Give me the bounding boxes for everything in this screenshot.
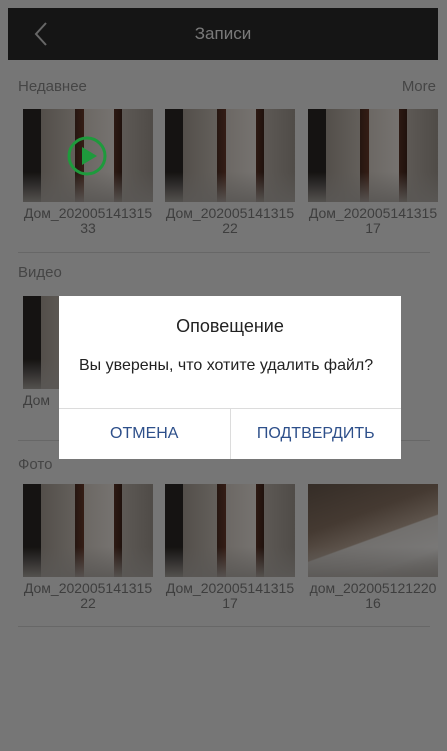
confirm-button[interactable]: ПОДТВЕРДИТЬ <box>229 409 402 459</box>
cancel-button[interactable]: ОТМЕНА <box>59 409 230 459</box>
dialog-title: Оповещение <box>176 316 284 336</box>
play-icon[interactable] <box>66 135 108 177</box>
dialog-buttons: ОТМЕНА ПОДТВЕРДИТЬ <box>59 408 401 459</box>
recordings-screen: Записи Недавнее More Дом_20200514131533 … <box>0 0 447 751</box>
confirm-delete-dialog: Оповещение Вы уверены, что хотите удалит… <box>59 296 401 459</box>
dialog-message: Вы уверены, что хотите удалить файл? <box>79 357 374 374</box>
